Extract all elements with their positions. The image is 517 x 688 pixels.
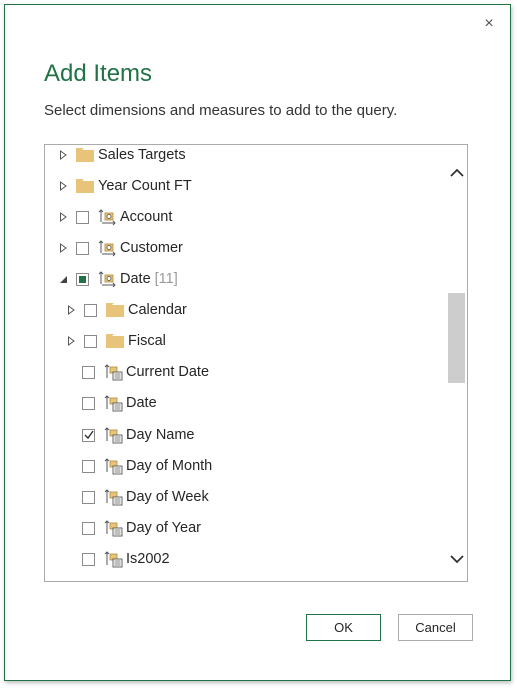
add-items-dialog: × Add Items Select dimensions and measur… — [4, 4, 511, 681]
attribute-hierarchy-icon — [104, 488, 124, 506]
item-checkbox[interactable] — [76, 241, 89, 255]
tree-item-label: Customer — [120, 240, 183, 256]
dialog-subtitle: Select dimensions and measures to add to… — [44, 102, 398, 119]
item-checkbox[interactable] — [82, 396, 95, 410]
tree-item[interactable]: Day of Week — [82, 486, 209, 508]
tree-item-count: [11] — [154, 271, 178, 287]
tree-item-label: Day Name — [126, 427, 195, 443]
tree-item-label: Date — [120, 271, 151, 287]
tree-item-label: Day of Week — [126, 489, 209, 505]
item-checkbox[interactable] — [82, 521, 95, 535]
tree-item[interactable]: Current Date — [82, 361, 209, 383]
tree-item-label: Year Count FT — [98, 178, 192, 194]
triangle-right-icon[interactable] — [67, 336, 76, 346]
chevron-down-icon[interactable] — [449, 551, 465, 567]
tree-item[interactable]: Calendar — [67, 299, 187, 321]
tree-item-label: Account — [120, 209, 173, 225]
folder-icon — [76, 179, 94, 193]
tree-item[interactable]: Date — [82, 392, 157, 414]
triangle-right-icon[interactable] — [67, 305, 76, 315]
tree-item-label: Date — [126, 395, 157, 411]
tree-item-label: Sales Targets — [98, 147, 186, 163]
tree-item[interactable]: Sales Targets — [59, 145, 186, 166]
triangle-right-icon[interactable] — [59, 181, 68, 191]
triangle-right-icon[interactable] — [59, 243, 68, 253]
tree-item-label: Is2002 — [126, 551, 170, 567]
tree-item[interactable]: Customer — [59, 237, 183, 259]
item-checkbox[interactable] — [82, 459, 95, 473]
ok-button[interactable]: OK — [306, 614, 381, 641]
item-checkbox[interactable] — [76, 210, 89, 224]
folder-icon — [106, 334, 124, 348]
scrollbar-thumb[interactable] — [448, 293, 465, 383]
tree-item[interactable]: Day of Month — [82, 455, 212, 477]
dimension-cube-icon — [98, 239, 118, 257]
item-checkbox[interactable] — [82, 428, 95, 442]
tree-item-label: Calendar — [128, 302, 187, 318]
triangle-right-icon[interactable] — [59, 150, 68, 160]
cancel-button[interactable]: Cancel — [398, 614, 473, 641]
items-tree[interactable]: Is2002 Day of Year Day of Week Day of Month… — [44, 144, 468, 582]
tree-item[interactable]: Is2002 — [82, 548, 170, 570]
vertical-scrollbar[interactable] — [446, 145, 467, 581]
tree-item[interactable]: Date [11] — [59, 268, 178, 290]
close-icon[interactable]: × — [482, 16, 496, 32]
attribute-hierarchy-icon — [104, 519, 124, 537]
tree-item[interactable]: Day of Year — [82, 517, 201, 539]
dialog-title: Add Items — [44, 60, 153, 87]
attribute-hierarchy-icon — [104, 426, 124, 444]
chevron-up-icon[interactable] — [449, 165, 465, 181]
item-checkbox[interactable] — [82, 552, 95, 566]
item-checkbox[interactable] — [84, 303, 97, 317]
attribute-hierarchy-icon — [104, 363, 124, 381]
attribute-hierarchy-icon — [104, 394, 124, 412]
attribute-hierarchy-icon — [104, 457, 124, 475]
tree-item-label: Day of Month — [126, 458, 213, 474]
tree-item[interactable]: Year Count FT — [59, 175, 192, 197]
item-checkbox[interactable] — [76, 272, 89, 286]
attribute-hierarchy-icon — [104, 550, 124, 568]
dimension-cube-icon — [98, 208, 118, 226]
tree-item-label: Day of Year — [126, 520, 201, 536]
item-checkbox[interactable] — [84, 334, 97, 348]
triangle-right-icon[interactable] — [59, 212, 68, 222]
triangle-down-icon[interactable] — [59, 274, 68, 284]
tree-item[interactable]: Account — [59, 206, 172, 228]
item-checkbox[interactable] — [82, 490, 95, 504]
item-checkbox[interactable] — [82, 365, 95, 379]
dimension-cube-icon — [98, 270, 118, 288]
tree-item[interactable]: Day Name — [82, 424, 195, 446]
tree-item[interactable]: Fiscal — [67, 330, 166, 352]
folder-icon — [106, 303, 124, 317]
tree-item-label: Current Date — [126, 364, 210, 380]
tree-item-label: Fiscal — [128, 333, 166, 349]
folder-icon — [76, 148, 94, 162]
